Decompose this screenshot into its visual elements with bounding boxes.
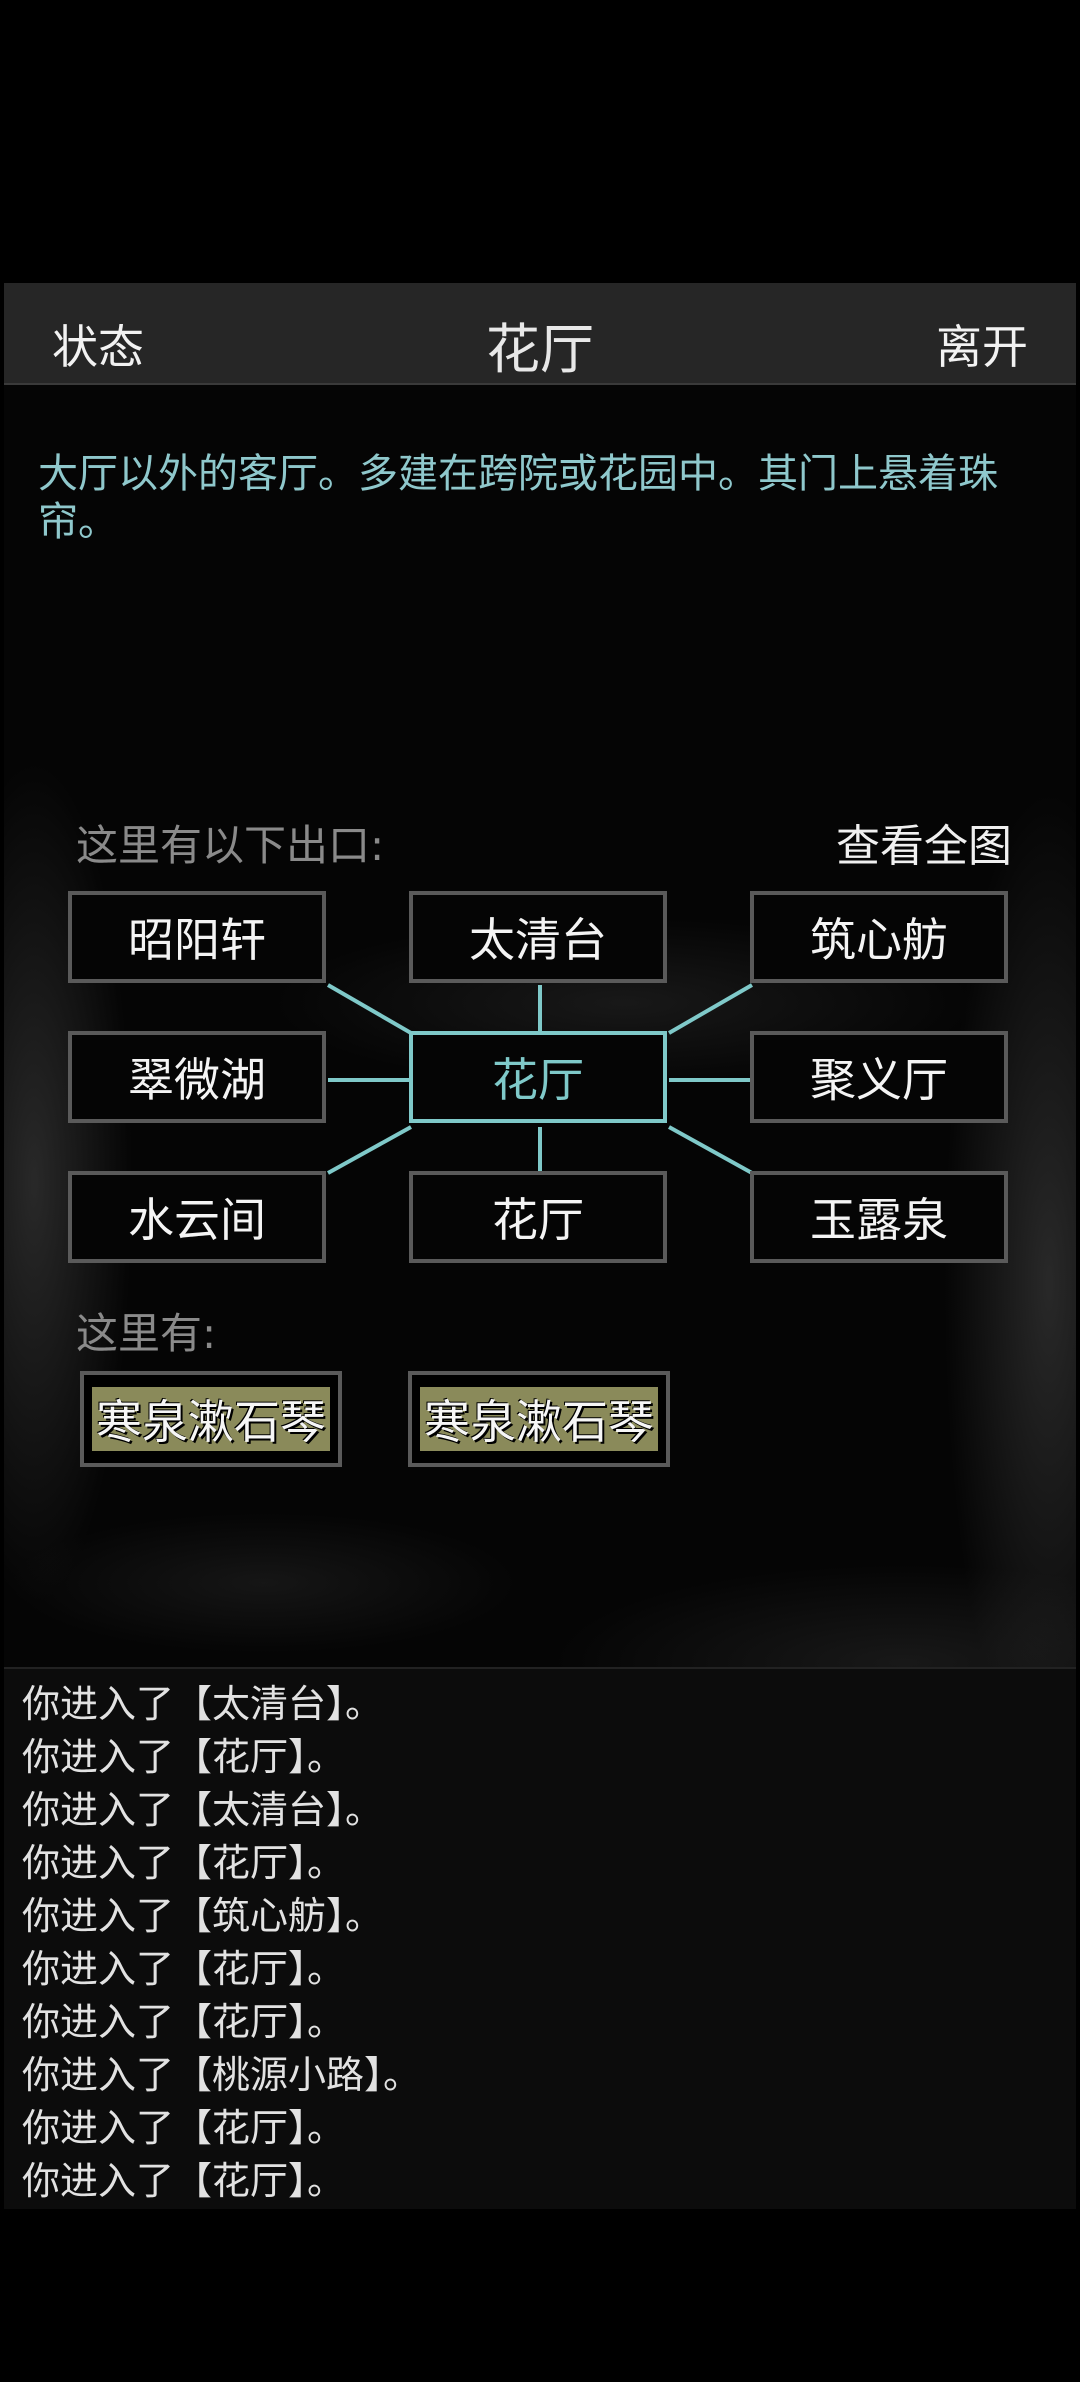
log-line: 你进入了【花厅】。 (22, 2000, 346, 2044)
log-line: 你进入了【花厅】。 (22, 1735, 346, 1779)
here-label: 这里有: (76, 1309, 217, 1358)
log-line: 你进入了【筑心舫】。 (22, 1894, 384, 1938)
exit-southeast[interactable]: 玉露泉 (750, 1171, 1008, 1263)
log-line: 你进入了【太清台】。 (22, 1788, 384, 1832)
connector-ne (667, 983, 754, 1035)
log-line: 你进入了【花厅】。 (22, 2159, 346, 2203)
item-button[interactable]: 寒泉漱石琴 (408, 1371, 670, 1467)
exit-west[interactable]: 翠微湖 (68, 1031, 326, 1123)
log-line: 你进入了【花厅】。 (22, 1841, 346, 1885)
item-label: 寒泉漱石琴 (92, 1387, 330, 1451)
exit-north[interactable]: 太清台 (409, 891, 667, 983)
item-label: 寒泉漱石琴 (420, 1387, 658, 1451)
message-log: 你进入了【太清台】。 你进入了【花厅】。 你进入了【太清台】。 你进入了【花厅】… (4, 1667, 1076, 2209)
exit-south[interactable]: 花厅 (409, 1171, 667, 1263)
current-room: 花厅 (409, 1031, 667, 1123)
connector-sw (327, 1125, 412, 1175)
connector-se (668, 1125, 753, 1175)
log-line: 你进入了【花厅】。 (22, 2106, 346, 2150)
log-line: 你进入了【桃源小路】。 (22, 2053, 422, 2097)
exit-northeast[interactable]: 筑心舫 (750, 891, 1008, 983)
log-line: 你进入了【太清台】。 (22, 1682, 384, 1726)
item-button[interactable]: 寒泉漱石琴 (80, 1371, 342, 1467)
log-line: 你进入了【花厅】。 (22, 1947, 346, 1991)
connector-nw (326, 983, 413, 1035)
exit-northwest[interactable]: 昭阳轩 (68, 891, 326, 983)
exit-east[interactable]: 聚义厅 (750, 1031, 1008, 1123)
exit-southwest[interactable]: 水云间 (68, 1171, 326, 1263)
